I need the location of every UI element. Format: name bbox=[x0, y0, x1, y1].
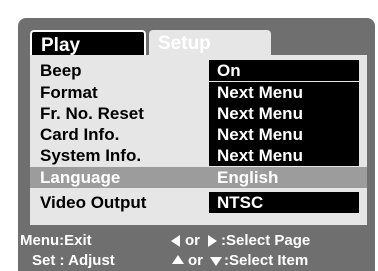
menu-item-label: Language bbox=[40, 168, 121, 187]
menu-item-value: NTSC bbox=[209, 192, 359, 213]
menu-item-card-info[interactable]: Card Info. Next Menu bbox=[30, 124, 367, 145]
or-text: or bbox=[185, 232, 200, 249]
menu-item-beep[interactable]: Beep On bbox=[30, 60, 367, 81]
triangle-left-icon bbox=[171, 235, 180, 247]
triangle-down-icon bbox=[210, 257, 222, 266]
or-text: or bbox=[188, 252, 203, 269]
menu-item-value: Next Menu bbox=[209, 124, 359, 145]
menu-item-value: Next Menu bbox=[209, 103, 359, 124]
menu-item-value: Next Menu bbox=[209, 145, 359, 166]
camera-menu-screen: Play Setup Beep On Format Next Menu Fr. … bbox=[18, 18, 375, 271]
menu-item-label: Video Output bbox=[40, 193, 147, 212]
select-item-hint: :Select Item bbox=[224, 252, 309, 269]
set-adjust-hint: Set : Adjust bbox=[32, 252, 115, 269]
triangle-right-icon bbox=[208, 235, 217, 247]
triangle-up-icon bbox=[172, 255, 184, 264]
menu-item-label: Format bbox=[40, 83, 98, 102]
menu-item-frame-number-reset[interactable]: Fr. No. Reset Next Menu bbox=[30, 103, 367, 124]
menu-item-label: System Info. bbox=[40, 146, 142, 165]
menu-item-format[interactable]: Format Next Menu bbox=[30, 82, 367, 103]
menu-item-label: Card Info. bbox=[40, 125, 120, 144]
menu-item-language[interactable]: Language English bbox=[30, 167, 367, 188]
menu-item-video-output[interactable]: Video Output NTSC bbox=[30, 192, 367, 213]
menu-item-label: Beep bbox=[40, 61, 82, 80]
menu-item-value: On bbox=[209, 60, 359, 81]
menu-item-value: Next Menu bbox=[209, 82, 359, 103]
tab-setup[interactable]: Setup bbox=[149, 30, 271, 57]
select-page-hint: :Select Page bbox=[221, 232, 311, 249]
menu-item-label: Fr. No. Reset bbox=[40, 104, 144, 123]
menu-exit-hint: Menu:Exit bbox=[20, 232, 92, 249]
setup-menu-panel: Beep On Format Next Menu Fr. No. Reset N… bbox=[30, 55, 367, 225]
menu-item-system-info[interactable]: System Info. Next Menu bbox=[30, 145, 367, 166]
menu-item-value: English bbox=[209, 167, 359, 188]
key-hints-footer: Menu:Exit or :Select Page Set : Adjust o… bbox=[18, 228, 375, 271]
tab-play[interactable]: Play bbox=[30, 30, 146, 57]
